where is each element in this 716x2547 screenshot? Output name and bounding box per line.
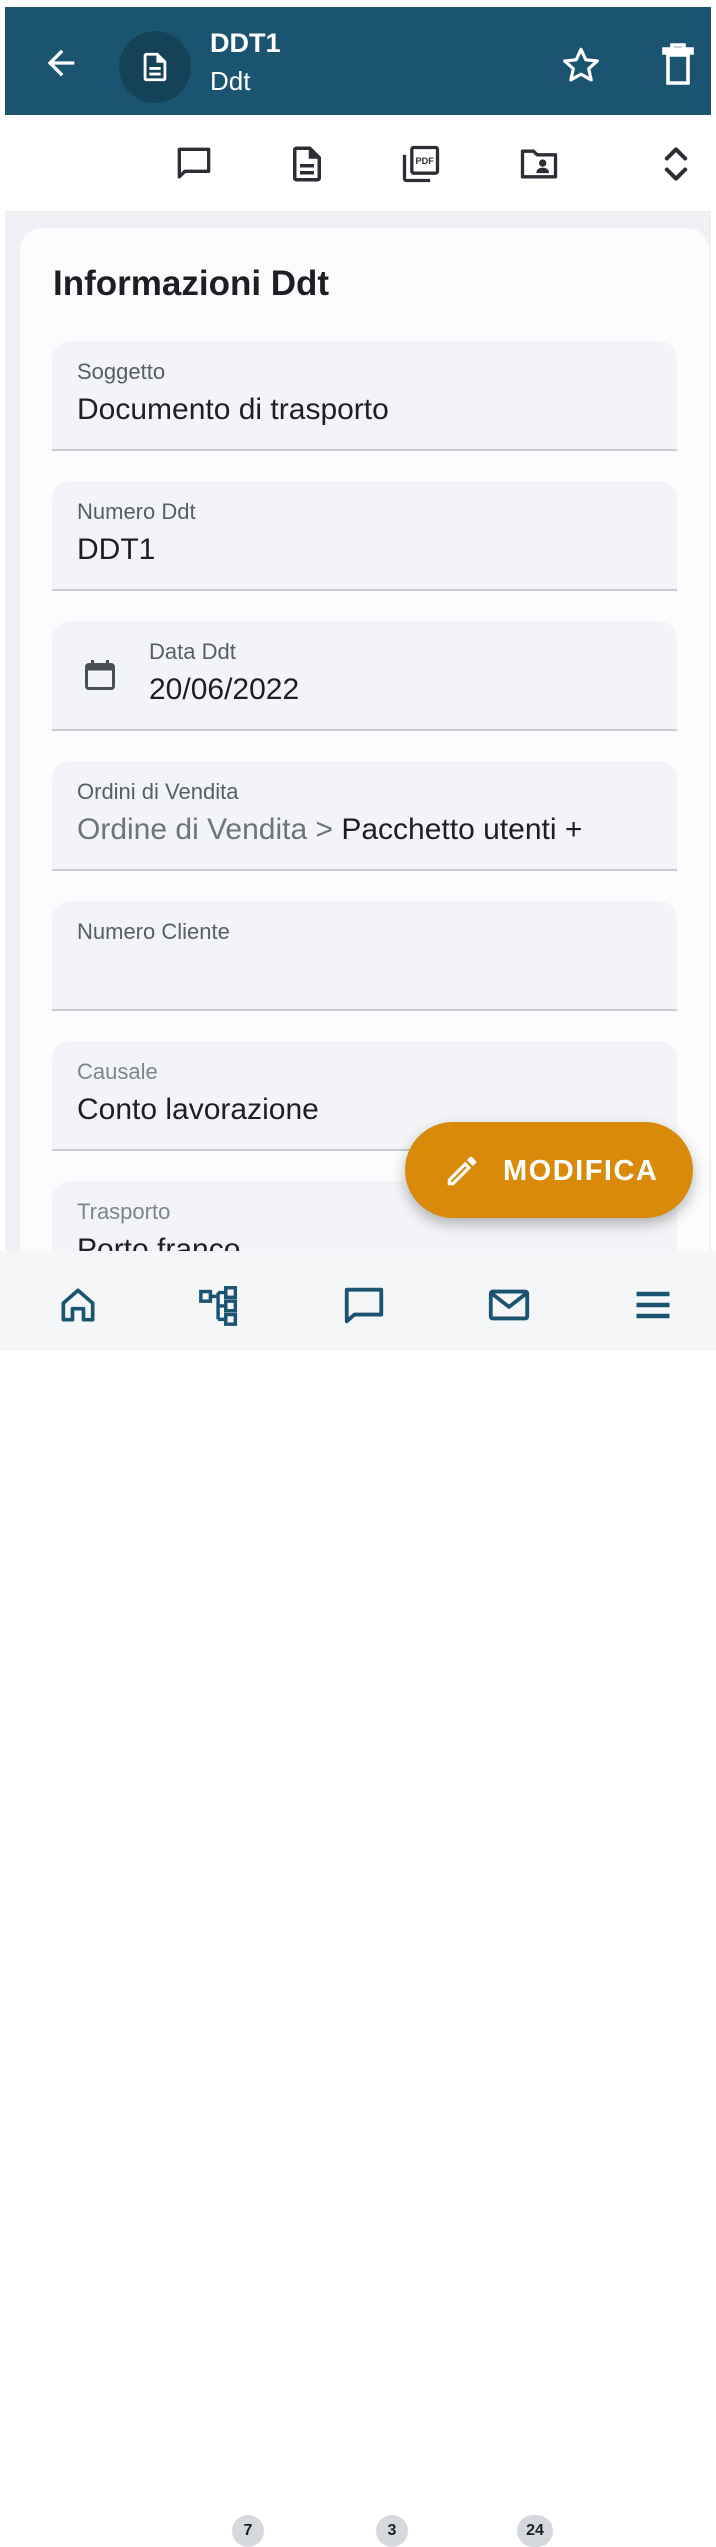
record-avatar (119, 31, 191, 103)
document-icon (143, 52, 167, 82)
field-value: DDT1 (77, 533, 156, 566)
field-label: Numero Cliente (77, 919, 230, 944)
value-module-prefix: Ordine di Vendita > (77, 813, 334, 846)
edit-button-label: MODIFICA (503, 1155, 659, 1187)
field-value: Ordine di Vendita > Pacchetto utenti + (77, 813, 582, 847)
value-record-name[interactable]: Pacchetto utenti + (341, 813, 582, 846)
field-value: 20/06/2022 (149, 673, 300, 706)
app-bar: DDT1 Ddt (5, 7, 711, 115)
record-module: Ddt (210, 66, 251, 96)
expand-icon[interactable] (652, 141, 700, 187)
field-numero-ddt[interactable]: Numero Ddt DDT1 (52, 481, 677, 591)
action-toolbar: PDF (5, 115, 711, 211)
comment-icon (344, 1287, 384, 1324)
calendar-icon (82, 657, 118, 693)
nav-comments[interactable] (338, 1279, 390, 1331)
badge-comments: 3 (376, 2515, 408, 2547)
field-numero-cliente[interactable]: Numero Cliente (52, 901, 677, 1011)
nav-menu[interactable] (627, 1279, 679, 1331)
badge-hierarchy: 7 (232, 2515, 264, 2547)
comment-icon[interactable] (170, 141, 218, 187)
pencil-icon (443, 1152, 481, 1190)
back-arrow-icon[interactable] (41, 43, 81, 83)
field-label: Ordini di Vendita (77, 779, 239, 804)
star-icon[interactable] (561, 45, 601, 85)
folder-contact-icon[interactable] (515, 141, 563, 187)
trash-icon[interactable] (662, 43, 694, 85)
menu-icon (636, 1291, 670, 1319)
field-label: Trasporto (77, 1199, 171, 1224)
card-title: Informazioni Ddt (53, 264, 330, 303)
field-soggetto[interactable]: Soggetto Documento di trasporto (52, 341, 677, 451)
field-ordini-vendita[interactable]: Ordini di Vendita Ordine di Vendita > Pa… (52, 761, 677, 871)
document-icon[interactable] (283, 141, 331, 187)
svg-text:PDF: PDF (416, 156, 435, 166)
field-value: Conto lavorazione (77, 1093, 319, 1126)
record-title: DDT1 (210, 28, 281, 58)
pdf-icon[interactable]: PDF (397, 141, 445, 187)
field-data-ddt[interactable]: Data Ddt 20/06/2022 (52, 621, 677, 731)
bottom-navigation: 7 3 24 (0, 1251, 716, 2547)
home-icon (61, 1288, 95, 1322)
mail-icon (488, 1289, 530, 1321)
nav-home[interactable] (52, 1279, 104, 1331)
edit-button[interactable]: MODIFICA (405, 1122, 693, 1218)
field-label: Soggetto (77, 359, 166, 384)
field-value: Documento di trasporto (77, 393, 389, 426)
field-label: Numero Ddt (77, 499, 196, 524)
nav-hierarchy[interactable] (194, 1279, 246, 1331)
hierarchy-icon (199, 1286, 238, 1326)
nav-mail[interactable] (483, 1279, 535, 1331)
field-label: Causale (77, 1059, 158, 1084)
field-label: Data Ddt (149, 639, 236, 664)
badge-mail: 24 (517, 2515, 553, 2547)
